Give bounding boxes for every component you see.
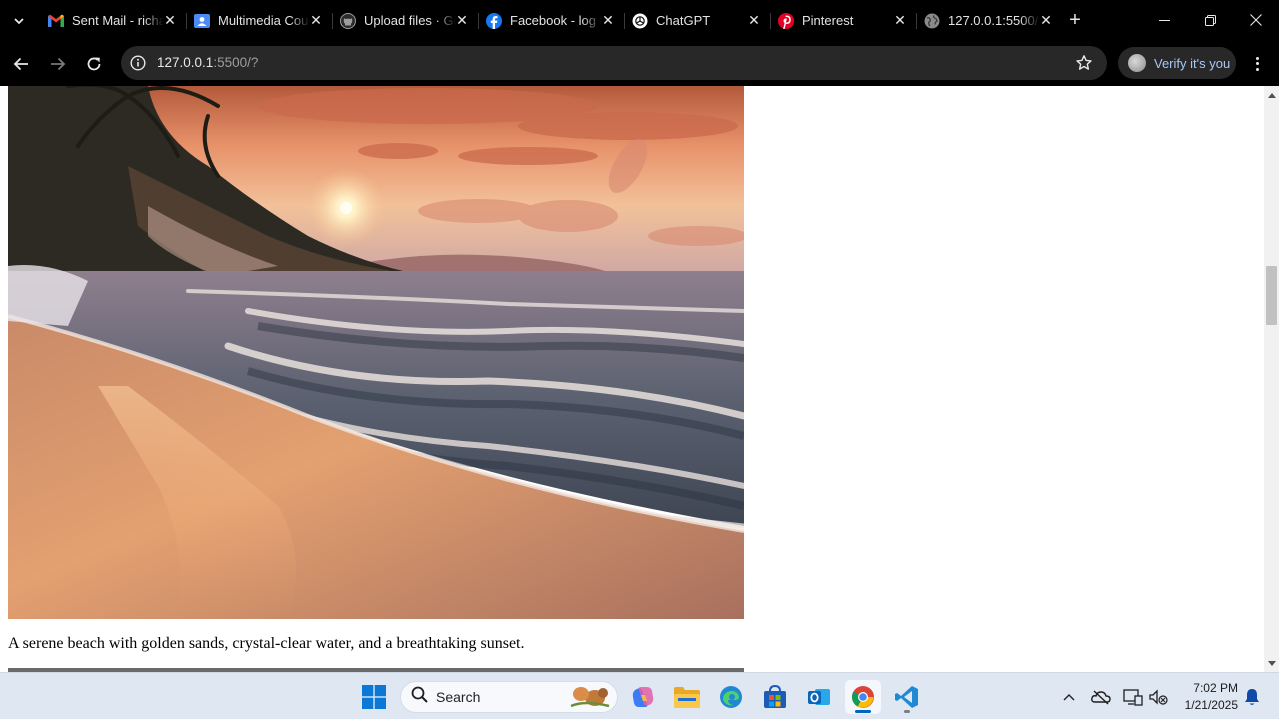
avatar xyxy=(1128,54,1146,72)
outlook-icon[interactable] xyxy=(801,680,837,714)
close-tab-icon[interactable]: ✕ xyxy=(600,12,616,28)
tab-title: 127.0.0.1:5500/? xyxy=(948,13,1040,28)
close-window-icon[interactable] xyxy=(1233,0,1279,40)
vscode-icon[interactable] xyxy=(889,680,925,714)
chrome-icon[interactable] xyxy=(845,680,881,714)
bookmark-star-icon[interactable] xyxy=(1075,54,1093,72)
tab-title: Facebook - log in xyxy=(510,13,602,28)
clock-time: 7:02 PM xyxy=(1193,681,1238,695)
tab-title: Multimedia Course xyxy=(218,13,310,28)
forward-icon[interactable] xyxy=(44,50,72,78)
image-caption: A serene beach with golden sands, crysta… xyxy=(8,635,525,652)
close-tab-icon[interactable]: ✕ xyxy=(892,12,908,28)
search-icon xyxy=(411,686,428,708)
tab-multimedia[interactable]: Multimedia Course ✕ xyxy=(186,6,332,35)
tab-facebook[interactable]: Facebook - log in ✕ xyxy=(478,6,624,35)
close-tab-icon[interactable]: ✕ xyxy=(162,12,178,28)
site-info-icon[interactable] xyxy=(130,55,146,71)
back-icon[interactable] xyxy=(7,50,35,78)
close-tab-icon[interactable]: ✕ xyxy=(1038,12,1054,28)
copilot-icon[interactable] xyxy=(625,680,661,714)
volume-muted-icon[interactable] xyxy=(1147,686,1169,708)
edge-icon[interactable] xyxy=(713,680,749,714)
verify-label: Verify it's you xyxy=(1154,55,1231,71)
clock-date: 1/21/2025 xyxy=(1184,698,1238,712)
facebook-icon xyxy=(486,12,502,29)
scroll-down-icon[interactable] xyxy=(1264,656,1279,670)
tab-gmail[interactable]: Sent Mail - richa ✕ xyxy=(40,6,186,35)
minimize-icon[interactable] xyxy=(1141,0,1187,40)
active-indicator xyxy=(855,710,871,713)
url-path: :5500/? xyxy=(213,55,259,70)
store-icon[interactable] xyxy=(757,680,793,714)
tab-chatgpt[interactable]: ChatGPT ✕ xyxy=(624,6,770,35)
reload-icon[interactable] xyxy=(80,50,108,78)
system-clock[interactable]: 7:02 PM 1/21/2025 xyxy=(1176,680,1238,714)
profile-verify-button[interactable]: Verify it's you xyxy=(1118,47,1236,79)
page-scrollbar[interactable] xyxy=(1264,86,1279,672)
tab-title: Pinterest xyxy=(802,13,854,28)
pinterest-icon xyxy=(778,12,794,29)
file-explorer-icon[interactable] xyxy=(669,680,705,714)
windows-taskbar: Search 7:02 PM 1/21/2025 xyxy=(0,672,1279,719)
gmail-icon xyxy=(48,13,64,29)
chatgpt-icon xyxy=(632,13,648,29)
globe-icon xyxy=(924,13,940,29)
tab-pinterest[interactable]: Pinterest ✕ xyxy=(770,6,916,35)
tab-search-icon[interactable] xyxy=(8,10,30,32)
tab-github[interactable]: Upload files · GitHub ✕ xyxy=(332,6,478,35)
notification-bell-icon[interactable] xyxy=(1241,686,1263,708)
url-text[interactable]: 127.0.0.1:5500/? xyxy=(157,55,258,70)
menu-dots-icon[interactable] xyxy=(1247,53,1267,75)
restore-icon[interactable] xyxy=(1187,0,1233,40)
close-tab-icon[interactable]: ✕ xyxy=(308,12,324,28)
tab-title: Sent Mail - richa xyxy=(72,13,164,28)
browser-toolbar: 127.0.0.1:5500/? Verify it's you xyxy=(0,41,1279,86)
tab-title: ChatGPT xyxy=(656,13,711,28)
scrollbar-thumb[interactable] xyxy=(1266,266,1277,325)
close-tab-icon[interactable]: ✕ xyxy=(454,12,470,28)
search-highlight-icon xyxy=(565,684,613,715)
search-placeholder: Search xyxy=(436,689,481,705)
display-icon[interactable] xyxy=(1122,686,1144,708)
tab-title: Upload files · GitHub xyxy=(364,13,456,28)
onedrive-off-icon[interactable] xyxy=(1090,686,1112,708)
open-indicator xyxy=(904,710,910,713)
taskbar-search[interactable]: Search xyxy=(400,681,618,713)
tab-localhost[interactable]: 127.0.0.1:5500/? ✕ xyxy=(916,6,1062,35)
close-tab-icon[interactable]: ✕ xyxy=(746,12,762,28)
classroom-icon xyxy=(194,13,210,29)
address-bar[interactable]: 127.0.0.1:5500/? xyxy=(121,46,1107,80)
chevron-up-icon[interactable] xyxy=(1058,686,1080,708)
github-icon xyxy=(340,12,356,29)
new-tab-icon[interactable]: + xyxy=(1064,9,1086,31)
tab-strip: Sent Mail - richa ✕ Multimedia Course ✕ … xyxy=(0,0,1279,41)
url-host: 127.0.0.1 xyxy=(157,55,214,70)
beach-sunset-image xyxy=(8,86,744,619)
start-icon[interactable] xyxy=(356,680,392,714)
page-viewport: A serene beach with golden sands, crysta… xyxy=(0,86,1264,672)
scroll-up-icon[interactable] xyxy=(1264,88,1279,102)
